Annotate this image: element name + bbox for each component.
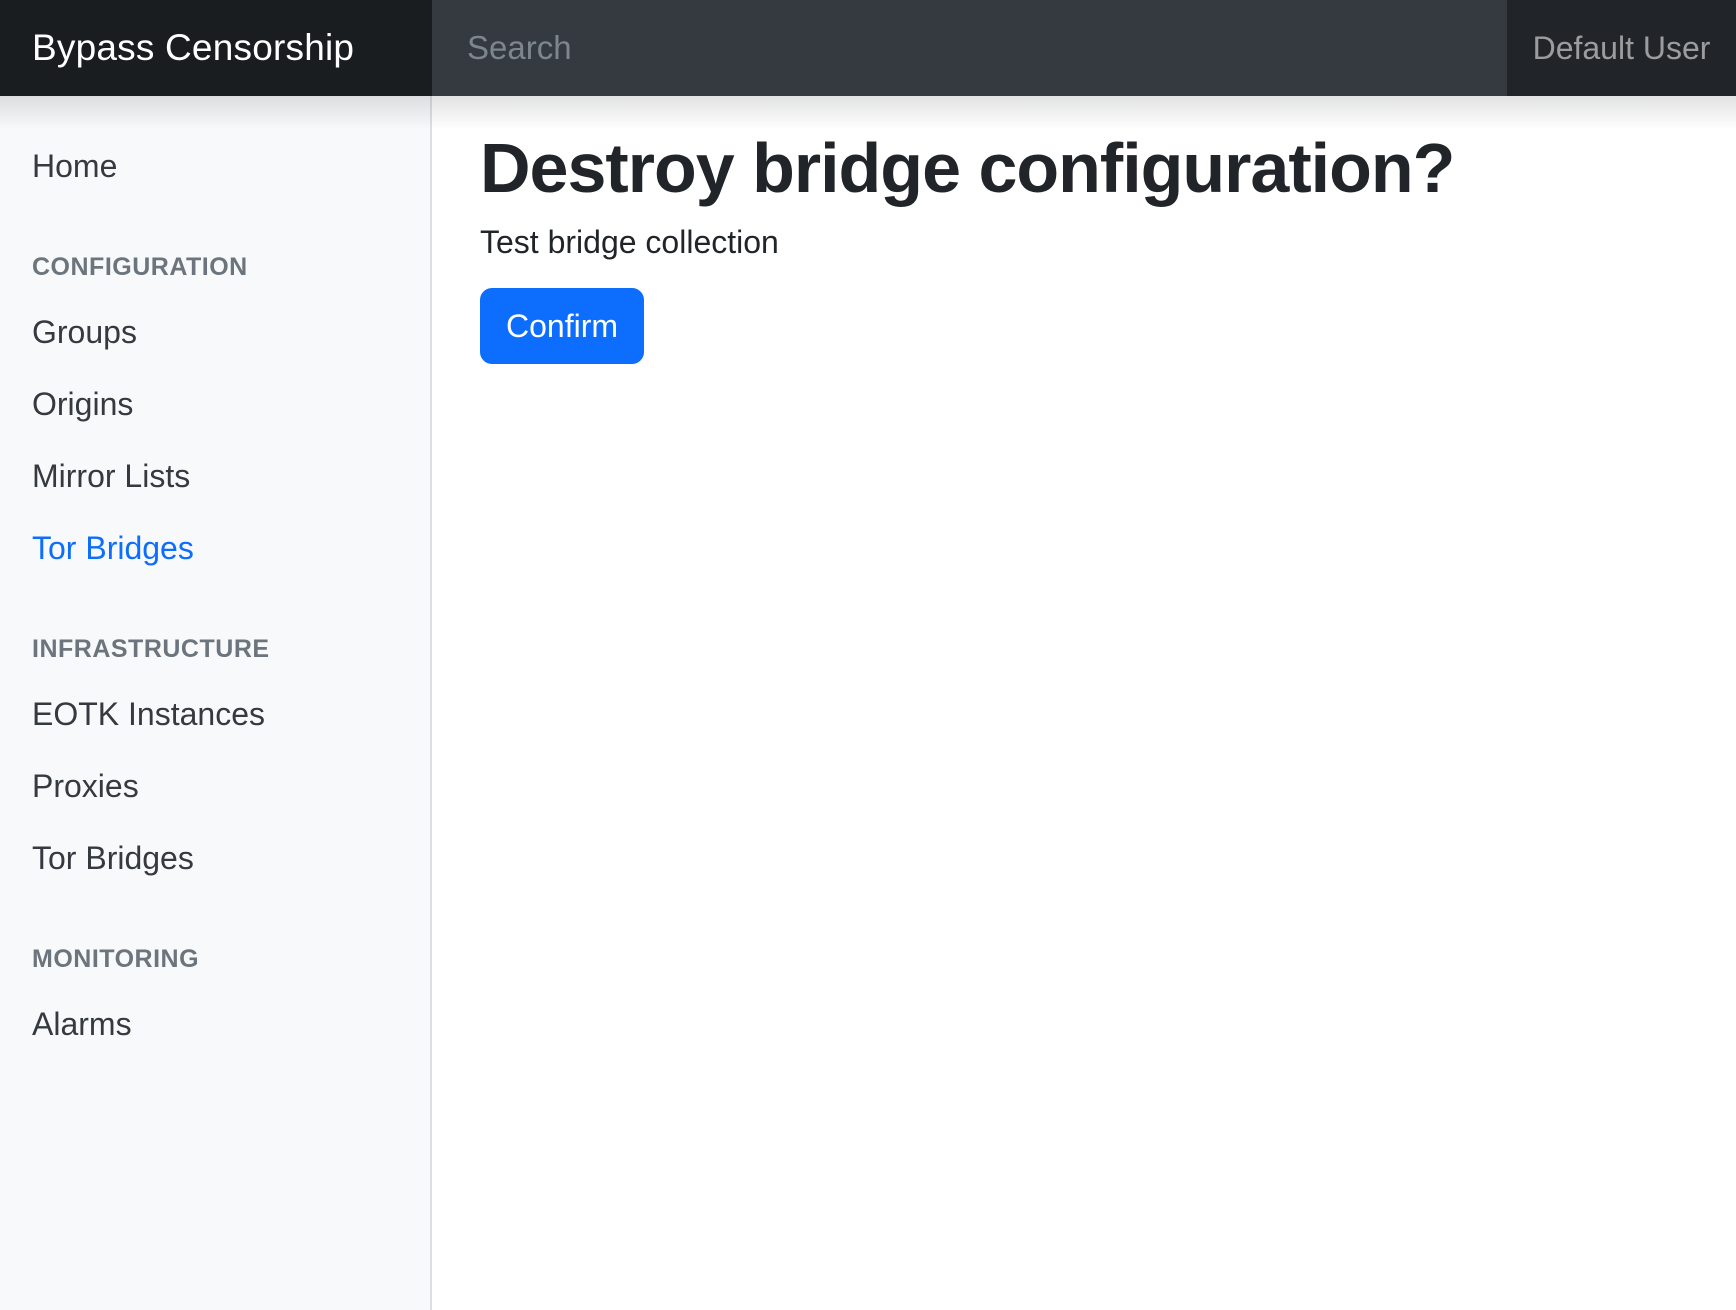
user-menu[interactable]: Default User — [1507, 0, 1736, 96]
content-row: Home CONFIGURATION Groups Origins Mirror… — [0, 96, 1736, 1310]
sidebar-section-monitoring: MONITORING — [32, 945, 200, 973]
search-input[interactable] — [432, 0, 1507, 96]
sidebar-section-infrastructure: INFRASTRUCTURE — [32, 635, 270, 663]
brand-link[interactable]: Bypass Censorship — [0, 0, 432, 96]
sidebar-item-alarms[interactable]: Alarms — [0, 988, 430, 1060]
sidebar-item-proxies[interactable]: Proxies — [0, 750, 430, 822]
sidebar-item-tor-bridges-infrastructure[interactable]: Tor Bridges — [0, 822, 430, 894]
sidebar-item-groups[interactable]: Groups — [0, 296, 430, 368]
main-content: Destroy bridge configuration? Test bridg… — [432, 96, 1736, 1310]
sidebar-item-mirror-lists[interactable]: Mirror Lists — [0, 440, 430, 512]
sidebar-item-origins[interactable]: Origins — [0, 368, 430, 440]
page: Bypass Censorship Default User Home CONF… — [0, 0, 1736, 1310]
sidebar: Home CONFIGURATION Groups Origins Mirror… — [0, 96, 432, 1310]
sidebar-section-configuration: CONFIGURATION — [32, 253, 248, 281]
sidebar-item-tor-bridges-configuration[interactable]: Tor Bridges — [0, 512, 430, 584]
sidebar-item-eotk-instances[interactable]: EOTK Instances — [0, 678, 430, 750]
page-subtitle: Test bridge collection — [480, 224, 779, 260]
top-navbar: Bypass Censorship Default User — [0, 0, 1736, 96]
search-bar — [432, 0, 1507, 96]
sidebar-item-home[interactable]: Home — [0, 130, 430, 202]
confirm-button[interactable]: Confirm — [480, 288, 645, 364]
page-title: Destroy bridge configuration? — [480, 129, 1455, 207]
